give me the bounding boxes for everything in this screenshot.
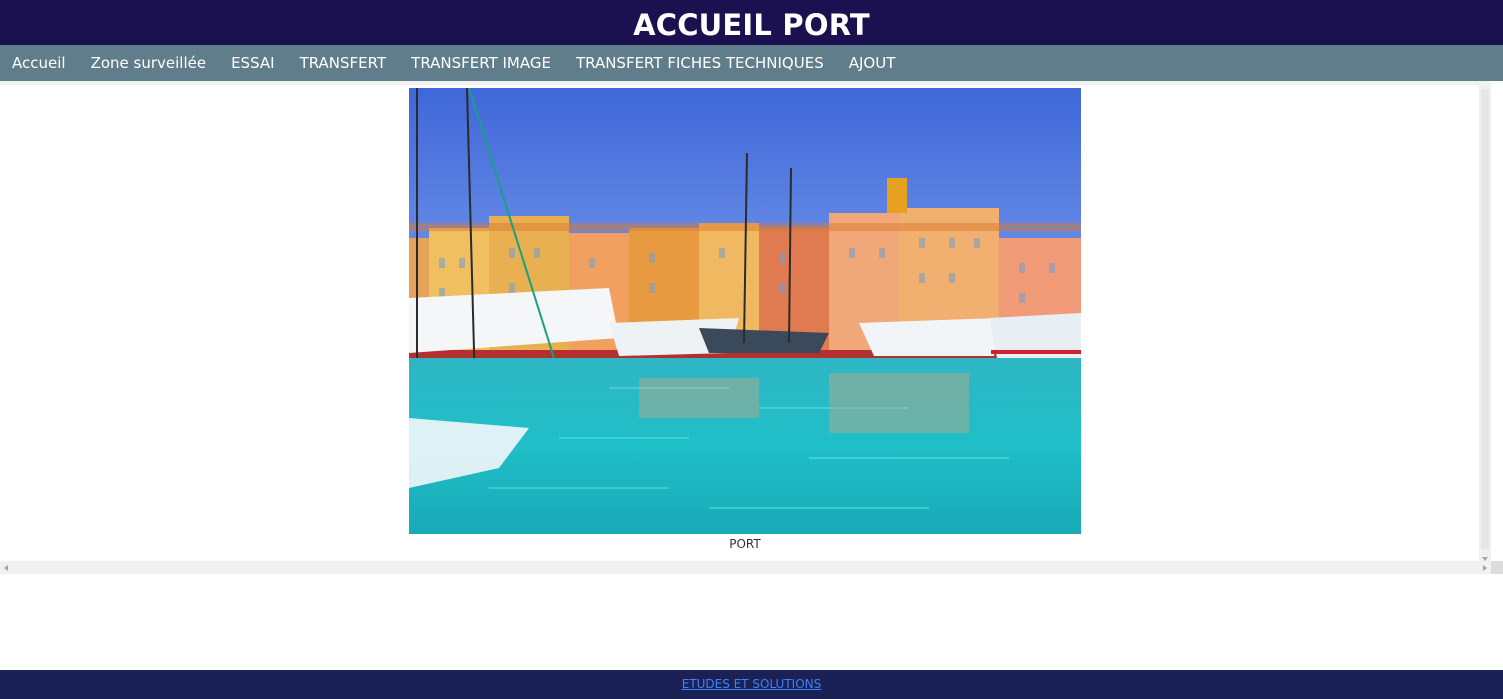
vertical-scrollbar[interactable] — [1479, 85, 1491, 565]
page-header: ACCUEIL PORT — [0, 0, 1503, 45]
port-photo — [409, 88, 1081, 534]
page-footer: ETUDES ET SOLUTIONS — [0, 670, 1503, 699]
nav-item-essai[interactable]: ESSAI — [231, 54, 274, 72]
nav-item-accueil[interactable]: Accueil — [12, 54, 66, 72]
nav-item-ajout[interactable]: AJOUT — [849, 54, 896, 72]
scroll-right-arrow-icon[interactable] — [1483, 565, 1487, 571]
content-frame: PORT — [0, 81, 1503, 574]
vertical-scroll-thumb[interactable] — [1481, 89, 1489, 549]
port-figure: PORT — [409, 88, 1081, 551]
frame-scroll-area: PORT — [0, 81, 1491, 565]
image-caption: PORT — [729, 537, 761, 551]
page-title: ACCUEIL PORT — [633, 8, 870, 42]
nav-item-zone-surveillee[interactable]: Zone surveillée — [91, 54, 207, 72]
scroll-left-arrow-icon[interactable] — [4, 565, 8, 571]
nav-item-transfert-fiches-techniques[interactable]: TRANSFERT FICHES TECHNIQUES — [576, 54, 824, 72]
nav-item-transfert-image[interactable]: TRANSFERT IMAGE — [411, 54, 551, 72]
horizontal-scrollbar[interactable] — [0, 561, 1491, 574]
nav-item-transfert[interactable]: TRANSFERT — [300, 54, 387, 72]
scrollbar-corner — [1491, 561, 1503, 574]
top-navigation: Accueil Zone surveillée ESSAI TRANSFERT … — [0, 45, 1503, 81]
footer-link-etudes-et-solutions[interactable]: ETUDES ET SOLUTIONS — [682, 677, 822, 691]
